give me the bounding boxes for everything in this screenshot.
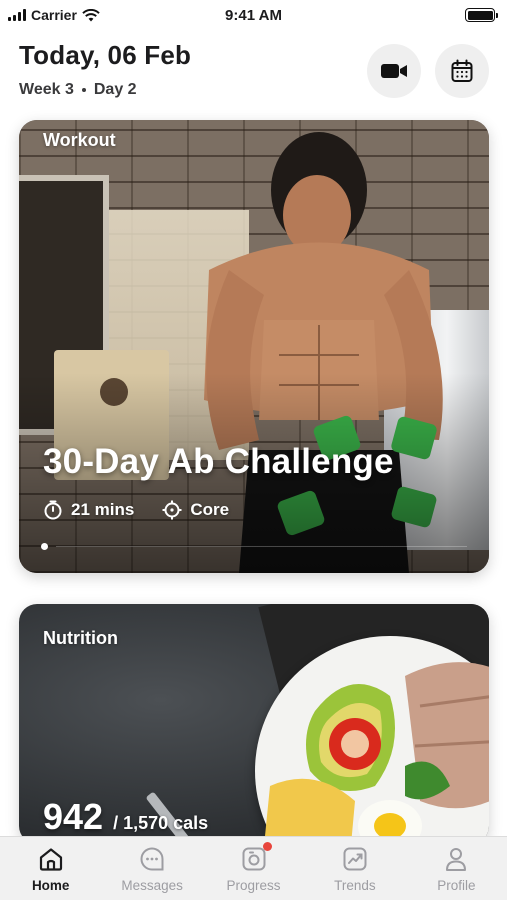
- tab-profile[interactable]: Profile: [406, 837, 507, 900]
- calendar-icon: [451, 59, 473, 82]
- tab-progress[interactable]: Progress: [203, 837, 304, 900]
- bottom-tab-bar: Home Messages Progress Trends Profile: [0, 836, 507, 900]
- calorie-summary: 942 / 1,570 cals: [43, 796, 208, 838]
- duration-info: 21 mins: [43, 500, 134, 520]
- calories-total: / 1,570 cals: [113, 813, 209, 833]
- camera-progress-icon: [240, 841, 272, 873]
- calories-consumed: 942: [43, 796, 104, 837]
- header-actions: [367, 44, 489, 98]
- focus-info: Core: [162, 500, 229, 520]
- tab-trends[interactable]: Trends: [304, 837, 405, 900]
- status-bar: Carrier 9:41 AM: [0, 0, 507, 30]
- tab-messages-label: Messages: [121, 877, 183, 893]
- workout-meta: 21 mins Core: [43, 500, 229, 520]
- tab-profile-label: Profile: [437, 877, 476, 893]
- tab-trends-label: Trends: [334, 877, 376, 893]
- tab-home-label: Home: [31, 877, 70, 893]
- video-camera-icon: [381, 64, 407, 78]
- battery-icon: [465, 8, 498, 22]
- trend-chart-icon: [341, 845, 369, 873]
- carrier-label: Carrier: [31, 7, 77, 23]
- focus-label: Core: [190, 500, 230, 519]
- header: Today, 06 Feb Week 3 Day 2: [19, 40, 489, 110]
- nutrition-card[interactable]: Nutrition 942 / 1,570 cals: [19, 604, 489, 844]
- carrier-group: Carrier: [8, 7, 100, 23]
- duration-label: 21 mins: [71, 500, 135, 519]
- home-icon: [37, 845, 65, 873]
- workout-label: Workout: [43, 130, 116, 150]
- week-label: Week 3: [19, 81, 74, 98]
- tab-progress-label: Progress: [226, 877, 281, 893]
- meal-plate: [255, 636, 489, 844]
- target-icon: [162, 500, 182, 520]
- status-time: 9:41 AM: [225, 6, 282, 24]
- day-label: Day 2: [93, 81, 137, 98]
- wifi-icon: [82, 8, 100, 21]
- separator-dot: [81, 88, 86, 92]
- chat-icon: [138, 845, 166, 873]
- tab-home[interactable]: Home: [0, 837, 101, 900]
- video-call-button[interactable]: [367, 44, 421, 98]
- workout-title: 30-Day Ab Challenge: [43, 442, 394, 481]
- carousel-dot-active[interactable]: [41, 543, 48, 550]
- notification-badge: [262, 841, 272, 851]
- carousel-indicator: [41, 543, 467, 550]
- user-icon: [442, 845, 470, 873]
- stopwatch-icon: [44, 500, 62, 520]
- signal-icon: [8, 9, 26, 21]
- carousel-track: [56, 545, 467, 548]
- tab-messages[interactable]: Messages: [101, 837, 202, 900]
- calendar-button[interactable]: [435, 44, 489, 98]
- nutrition-label: Nutrition: [43, 628, 118, 648]
- workout-card[interactable]: Workout 30-Day Ab Challenge 21 mins Core: [19, 120, 489, 573]
